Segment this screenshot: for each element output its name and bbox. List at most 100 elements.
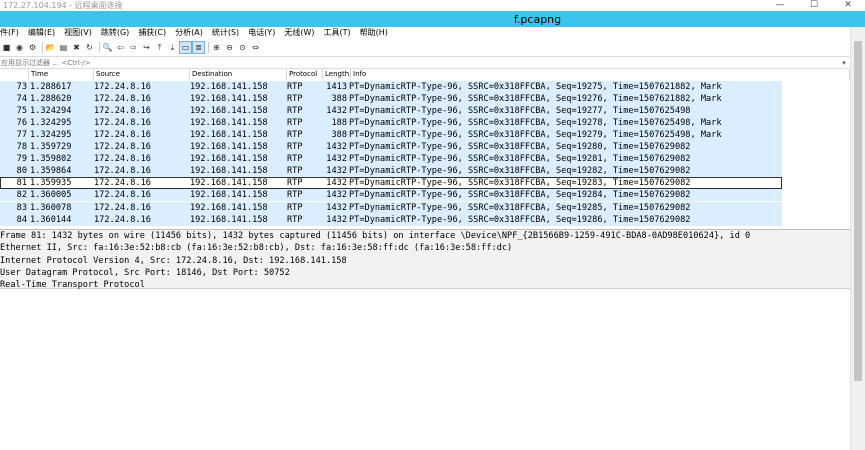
first-packet-icon[interactable]: ⤒ [154, 42, 165, 53]
packet-row[interactable]: 84 1.360144 172.24.8.16 192.168.141.158 RTP 1… [0, 213, 782, 226]
column-header-no[interactable] [0, 69, 29, 80]
detail-tree-item[interactable]: User Datagram Protocol, Src Port: 18146,… [0, 267, 850, 279]
packet-length: 1432 [326, 166, 347, 177]
packet-number: 76 [16, 117, 27, 128]
packet-number: 79 [16, 154, 27, 165]
open-file-icon[interactable]: 📂 [45, 42, 56, 53]
packet-protocol: RTP [287, 93, 303, 104]
packet-list: 73 1.288617 172.24.8.16 192.168.141.158 RTP 1… [0, 80, 850, 226]
detail-tree-item[interactable]: Frame 81: 1432 bytes on wire (11456 bits… [0, 230, 850, 242]
menu-item[interactable]: 工具(T) [319, 27, 355, 39]
scrollbar-thumb[interactable] [854, 41, 862, 381]
packet-destination: 192.168.141.158 [190, 202, 268, 213]
packet-row[interactable]: 79 1.359802 172.24.8.16 192.168.141.158 RTP 1… [0, 153, 782, 166]
menu-item[interactable]: 统计(S) [208, 27, 244, 39]
packet-details-pane: Frame 81: 1432 bytes on wire (11456 bits… [0, 230, 850, 291]
menu-item[interactable]: 件(F) [0, 27, 24, 39]
packet-info: PT=DynamicRTP-Type-96, SSRC=0x318FFCBA, … [349, 142, 691, 152]
colorize-icon[interactable]: ≣ [192, 40, 205, 54]
packet-row[interactable]: 80 1.359864 172.24.8.16 192.168.141.158 RTP 1… [0, 165, 782, 178]
maximize-button[interactable]: ☐ [797, 0, 831, 11]
zoom-in-icon[interactable]: ⊕ [211, 42, 222, 53]
packet-time: 1.359729 [30, 142, 72, 152]
packet-number: 81 [16, 178, 27, 189]
go-to-packet-icon[interactable]: ↪ [141, 42, 152, 53]
column-header-time[interactable]: Time [29, 69, 94, 80]
packet-time: 1.360078 [30, 202, 72, 213]
packet-row[interactable]: 82 1.360005 172.24.8.16 192.168.141.158 RTP 1… [0, 189, 782, 202]
menu-item[interactable]: 视图(V) [60, 27, 97, 39]
menu-item[interactable]: 捕获(C) [134, 27, 171, 39]
packet-info: PT=DynamicRTP-Type-96, SSRC=0x318FFCBA, … [349, 214, 691, 225]
reload-file-icon[interactable]: ↻ [84, 42, 95, 53]
packet-row[interactable]: 76 1.324295 172.24.8.16 192.168.141.158 RTP 1… [0, 116, 782, 129]
packet-row[interactable]: 77 1.324295 172.24.8.16 192.168.141.158 RTP 3… [0, 128, 782, 141]
menu-item[interactable]: 帮助(H) [356, 27, 393, 39]
menu-item[interactable]: 电话(Y) [244, 27, 280, 39]
normal-size-icon[interactable]: ⊙ [237, 42, 248, 53]
packet-protocol: RTP [287, 81, 303, 92]
packet-destination: 192.168.141.158 [190, 142, 268, 152]
display-filter-input[interactable] [0, 57, 838, 68]
packet-source: 172.24.8.16 [94, 81, 151, 92]
zoom-out-icon[interactable]: ⊖ [224, 42, 235, 53]
packet-number: 80 [16, 166, 27, 177]
find-packet-icon[interactable]: 🔍 [102, 42, 113, 53]
packet-info: PT=DynamicRTP-Type-96, SSRC=0x318FFCBA, … [349, 117, 722, 128]
window-title: f.pcapng [513, 12, 562, 26]
packet-protocol: RTP [287, 117, 303, 128]
packet-length: 1432 [326, 105, 347, 116]
detail-tree-item[interactable]: Ethernet II, Src: fa:16:3e:52:b8:cb (fa:… [0, 242, 850, 254]
column-header-length[interactable]: Length [323, 69, 351, 80]
menu-item[interactable]: 编辑(E) [24, 27, 60, 39]
packet-source: 172.24.8.16 [94, 178, 151, 189]
packet-destination: 192.168.141.158 [190, 178, 268, 189]
packet-row-selected[interactable]: 81 1.359935 172.24.8.16 192.168.141.158 RTP 1… [0, 177, 782, 190]
detail-tree-item[interactable]: Internet Protocol Version 4, Src: 172.24… [0, 255, 850, 267]
column-header-source[interactable]: Source [94, 69, 190, 80]
packet-length: 188 [331, 117, 347, 128]
packet-number: 84 [16, 214, 27, 225]
packet-source: 172.24.8.16 [94, 154, 151, 165]
menu-item[interactable]: 跳转(G) [97, 27, 134, 39]
resize-columns-icon[interactable]: ⇔ [250, 42, 261, 53]
packet-source: 172.24.8.16 [94, 214, 151, 225]
packet-info: PT=DynamicRTP-Type-96, SSRC=0x318FFCBA, … [349, 154, 691, 165]
packet-protocol: RTP [287, 190, 303, 201]
packet-row[interactable]: 75 1.324294 172.24.8.16 192.168.141.158 RTP 1… [0, 104, 782, 117]
packet-length: 1432 [326, 214, 347, 225]
column-header-destination[interactable]: Destination [190, 69, 287, 80]
column-header-protocol[interactable]: Protocol [287, 69, 323, 80]
packet-info: PT=DynamicRTP-Type-96, SSRC=0x318FFCBA, … [349, 202, 691, 213]
packet-row[interactable]: 78 1.359729 172.24.8.16 192.168.141.158 RTP 1… [0, 141, 782, 153]
menu-item[interactable]: 分析(A) [171, 27, 208, 39]
go-forward-icon[interactable]: ⇨ [128, 42, 139, 53]
packet-destination: 192.168.141.158 [190, 117, 268, 128]
vertical-scrollbar[interactable] [850, 27, 865, 450]
save-file-icon[interactable]: ▤ [58, 42, 69, 53]
packet-number: 77 [16, 129, 27, 140]
close-button[interactable]: ✕ [831, 0, 865, 11]
filter-dropdown-icon[interactable]: ▾ [838, 59, 850, 67]
close-file-icon[interactable]: ✖ [71, 42, 82, 53]
stop-capture-icon[interactable]: ■ [1, 42, 12, 53]
packet-row[interactable]: 74 1.288620 172.24.8.16 192.168.141.158 RTP 3… [0, 92, 782, 105]
packet-info: PT=DynamicRTP-Type-96, SSRC=0x318FFCBA, … [349, 93, 722, 104]
restart-capture-icon[interactable]: ◉ [14, 42, 25, 53]
close-icon: ✕ [844, 0, 852, 10]
packet-destination: 192.168.141.158 [190, 190, 268, 201]
capture-options-icon[interactable]: ⚙ [27, 42, 38, 53]
last-packet-icon[interactable]: ⤓ [167, 42, 178, 53]
packet-time: 1.324295 [30, 117, 72, 128]
minimize-button[interactable]: — [763, 0, 797, 11]
packet-source: 172.24.8.16 [94, 105, 151, 116]
packet-protocol: RTP [287, 202, 303, 213]
menu-item[interactable]: 无线(W) [280, 27, 319, 39]
detail-tree-item[interactable]: Real-Time Transport Protocol [0, 279, 850, 291]
packet-row[interactable]: 83 1.360078 172.24.8.16 192.168.141.158 RTP 1… [0, 201, 782, 214]
auto-scroll-icon[interactable]: ▭ [179, 40, 192, 54]
packet-row[interactable]: 73 1.288617 172.24.8.16 192.168.141.158 RTP 1… [0, 80, 782, 93]
column-header-info[interactable]: Info [351, 69, 850, 80]
go-back-icon[interactable]: ⇦ [115, 42, 126, 53]
packet-number: 83 [16, 202, 27, 213]
